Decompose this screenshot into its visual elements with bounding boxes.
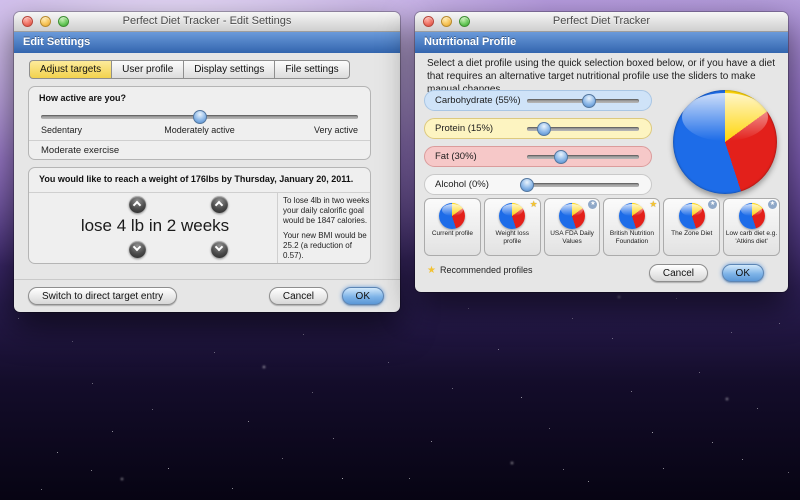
nutrition-pie-chart [673,90,777,194]
profile-label: Weight loss profile [485,230,540,245]
title-bar[interactable]: Perfect Diet Tracker [415,12,788,32]
cancel-button[interactable]: Cancel [649,264,708,282]
ok-button[interactable]: OK [722,264,764,282]
recommended-legend: ★ Recommended profiles [427,265,533,276]
profile-label: Current profile [425,230,480,238]
zoom-button[interactable] [58,16,69,27]
fat-slider-track[interactable] [527,155,639,159]
protein-slider-knob[interactable] [537,122,551,136]
profile-label: The Zone Diet [664,230,719,238]
calorie-goal-text: To lose 4lb in two weeks your daily calo… [283,196,371,225]
profile-label: Low carb diet e.g. 'Atkins diet' [724,230,779,245]
edit-settings-window: Perfect Diet Tracker - Edit Settings Edi… [14,12,400,312]
weeks-decrease-button[interactable] [211,241,228,258]
activity-slider-knob[interactable] [193,110,207,124]
target-groupbox: You would like to reach a weight of 176l… [28,167,371,264]
star-icon: ★ [427,265,436,276]
activity-value: Moderate exercise [41,145,119,156]
profile-badge: ★ [530,200,538,209]
profile-pie-icon [739,203,765,229]
close-button[interactable] [423,16,434,27]
section-header: Nutritional Profile [415,32,788,53]
profile-pie-icon [559,203,585,229]
profile-low-carb[interactable]: ★ Low carb diet e.g. 'Atkins diet' [723,198,780,256]
protein-label: Protein (15%) [435,123,493,134]
activity-slider-track[interactable] [41,115,358,119]
window-title: Perfect Diet Tracker [415,12,788,31]
protein-slider-track[interactable] [527,127,639,131]
carbohydrate-slider-knob[interactable] [582,94,596,108]
profile-zone-diet[interactable]: ★ The Zone Diet [663,198,720,256]
alcohol-slider-knob[interactable] [520,178,534,192]
fat-slider-knob[interactable] [554,150,568,164]
target-details: To lose 4lb in two weeks your daily calo… [283,196,371,261]
switch-direct-entry-button[interactable]: Switch to direct target entry [28,287,177,305]
alcohol-slider-row: Alcohol (0%) [424,174,652,195]
weeks-increase-button[interactable] [211,196,228,213]
profile-badge: ★ [708,200,717,209]
label-very-active: Very active [314,125,358,135]
carbohydrate-label: Carbohydrate (55%) [435,95,521,106]
profile-selector: Current profile ★ Weight loss profile ★ … [424,198,780,256]
minimize-button[interactable] [40,16,51,27]
alcohol-slider-track[interactable] [527,183,639,187]
profile-badge: ★ [649,200,657,209]
bmi-text: Your new BMI would be 25.2 (a reduction … [283,231,371,260]
profile-pie-icon [679,203,705,229]
pounds-decrease-button[interactable] [129,241,146,258]
minimize-button[interactable] [441,16,452,27]
profile-british-nutrition[interactable]: ★ British Nutrition Foundation [603,198,660,256]
profile-pie-icon [619,203,645,229]
tab-bar: Adjust targetsUser profileDisplay settin… [29,59,350,79]
left-footer: Switch to direct target entry Cancel OK [14,279,400,312]
window-title: Perfect Diet Tracker - Edit Settings [14,12,400,31]
profile-pie-icon [439,203,465,229]
target-heading: You would like to reach a weight of 176l… [39,174,360,184]
recommended-legend-text: Recommended profiles [440,265,533,275]
profile-pie-icon [499,203,525,229]
alcohol-label: Alcohol (0%) [435,179,489,190]
lose-weight-text: lose 4 lb in 2 weeks [33,216,277,236]
profile-label: USA FDA Daily Values [545,230,600,245]
profile-badge: ★ [768,200,777,209]
activity-groupbox: How active are you? Sedentary Moderately… [28,86,371,160]
target-stepper-area: lose 4 lb in 2 weeks [33,194,277,262]
profile-current[interactable]: Current profile [424,198,481,256]
profile-badge: ★ [588,200,597,209]
star-field-bright [0,0,2,2]
nutritional-profile-window: Perfect Diet Tracker Nutritional Profile… [415,12,788,292]
tab-user-profile[interactable]: User profile [112,60,184,79]
activity-question: How active are you? [39,93,360,103]
protein-slider-row: Protein (15%) [424,118,652,139]
profile-label: British Nutrition Foundation [604,230,659,245]
tab-display-settings[interactable]: Display settings [184,60,275,79]
fat-label: Fat (30%) [435,151,477,162]
fat-slider-row: Fat (30%) [424,146,652,167]
title-bar[interactable]: Perfect Diet Tracker - Edit Settings [14,12,400,32]
pounds-increase-button[interactable] [129,196,146,213]
label-moderately-active: Moderately active [41,125,358,135]
zoom-button[interactable] [459,16,470,27]
close-button[interactable] [22,16,33,27]
tab-file-settings[interactable]: File settings [275,60,349,79]
section-header: Edit Settings [14,32,400,53]
profile-weight-loss[interactable]: ★ Weight loss profile [484,198,541,256]
cancel-button[interactable]: Cancel [269,287,328,305]
ok-button[interactable]: OK [342,287,384,305]
profile-usa-fda[interactable]: ★ USA FDA Daily Values [544,198,601,256]
activity-slider-labels: Sedentary Moderately active Very active [41,125,358,135]
tab-adjust-targets[interactable]: Adjust targets [29,60,112,79]
carbohydrate-slider-track[interactable] [527,99,639,103]
carbohydrate-slider-row: Carbohydrate (55%) [424,90,652,111]
